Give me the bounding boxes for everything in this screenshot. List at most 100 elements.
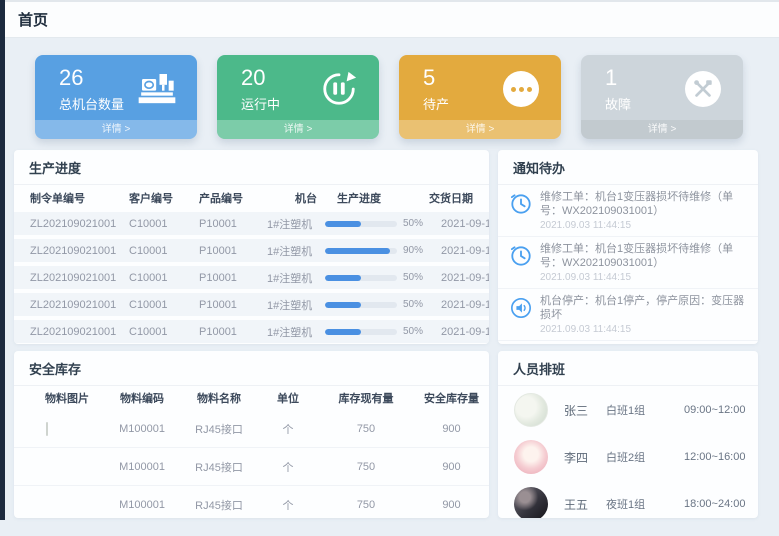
card-detail-link[interactable]: 详情 > bbox=[35, 120, 197, 139]
cell-machine: 1#注塑机 bbox=[267, 297, 325, 313]
person-shift-group: 白班2组 bbox=[606, 449, 684, 465]
clock-icon bbox=[510, 245, 532, 267]
progress-percent: 90% bbox=[403, 245, 423, 256]
person-shift-group: 夜班1组 bbox=[606, 496, 684, 512]
personnel-list: 张三 白班1组 09:00~12:00 李四 白班2组 12:00~16:00 bbox=[498, 387, 758, 518]
notification-item[interactable]: 计划暂停：机台1生产计划已暂停 2021.09.03 11:44:15 bbox=[498, 341, 758, 344]
table-row: M100001 RJ45接口 个 750 900 bbox=[14, 410, 489, 448]
cell-machine: 1#注塑机 bbox=[267, 243, 325, 259]
list-item: 李四 白班2组 12:00~16:00 bbox=[498, 434, 758, 480]
cell-machine: 1#注塑机 bbox=[267, 270, 325, 286]
production-table-body: ZL202109021001 C10001 P10001 1#注塑机 50% 2… bbox=[14, 212, 489, 343]
column-header: 机台 bbox=[267, 190, 325, 206]
notification-item[interactable]: 维修工单：机台1变压器损坏待维修（单号：WX202109031001） 2021… bbox=[498, 185, 758, 237]
safety-stock-panel: 安全库存 物料图片物料编码物料名称单位库存现有量安全库存量 M100001 RJ… bbox=[14, 351, 489, 518]
cell-safety-qty: 900 bbox=[414, 423, 489, 435]
cell-customer-no: C10001 bbox=[129, 218, 199, 230]
list-item: 王五 夜班1组 18:00~24:00 bbox=[498, 481, 758, 518]
machine-icon bbox=[137, 69, 177, 109]
card-text: 5 待产 bbox=[423, 65, 449, 113]
column-header: 物料编码 bbox=[104, 390, 180, 406]
stat-label: 故障 bbox=[605, 94, 631, 113]
stat-value: 26 bbox=[59, 65, 124, 91]
cell-progress: 50% bbox=[325, 299, 429, 310]
progress-fill bbox=[325, 275, 361, 281]
cell-customer-no: C10001 bbox=[129, 326, 199, 338]
stat-cards-row: 26 总机台数量 详情 > bbox=[35, 55, 779, 139]
production-progress-panel: 生产进度 制令单编号客户编号产品编号机台生产进度交货日期 ZL202109021… bbox=[14, 150, 489, 344]
stat-value: 5 bbox=[423, 65, 449, 91]
cell-safety-qty: 900 bbox=[414, 499, 489, 511]
stat-card-pending[interactable]: 5 待产 详情 > bbox=[399, 55, 561, 139]
card-detail-link[interactable]: 详情 > bbox=[581, 120, 743, 139]
cell-material-name: RJ45接口 bbox=[180, 497, 258, 513]
card-detail-link[interactable]: 详情 > bbox=[399, 120, 561, 139]
progress-percent: 50% bbox=[403, 299, 423, 310]
notification-timestamp: 2021.09.03 11:44:15 bbox=[540, 272, 750, 283]
sidebar-collapsed-strip bbox=[0, 0, 5, 520]
progress-percent: 50% bbox=[403, 218, 423, 229]
notification-item[interactable]: 机台停产：机台1停产，停产原因：变压器损坏 2021.09.03 11:44:1… bbox=[498, 289, 758, 341]
avatar bbox=[514, 440, 548, 474]
cell-material-image bbox=[30, 499, 104, 511]
table-row: M100001 RJ45接口 个 750 900 bbox=[14, 448, 489, 486]
cell-product-no: P10001 bbox=[199, 218, 267, 230]
table-row: ZL202109021001 C10001 P10001 1#注塑机 50% 2… bbox=[14, 320, 489, 343]
stat-card-total-machines[interactable]: 26 总机台数量 详情 > bbox=[35, 55, 197, 139]
cell-delivery-date: 2021-09-10 bbox=[429, 272, 489, 284]
cell-product-no: P10001 bbox=[199, 326, 267, 338]
cell-unit: 个 bbox=[258, 497, 318, 513]
cell-order-no: ZL202109021001 bbox=[30, 299, 129, 311]
ellipsis-icon bbox=[501, 69, 541, 109]
notification-content: 机台停产：机台1停产，停产原因：变压器损坏 2021.09.03 11:44:1… bbox=[540, 294, 750, 335]
panel-title-notifications: 通知待办 bbox=[498, 150, 758, 185]
card-body: 5 待产 bbox=[399, 55, 561, 113]
notifications-panel: 通知待办 bbox=[498, 150, 758, 344]
column-header: 交货日期 bbox=[429, 190, 489, 206]
cell-machine: 1#注塑机 bbox=[267, 324, 325, 340]
column-header: 客户编号 bbox=[129, 190, 199, 206]
cell-customer-no: C10001 bbox=[129, 299, 199, 311]
running-icon bbox=[319, 69, 359, 109]
table-row: ZL202109021001 C10001 P10001 1#注塑机 50% 2… bbox=[14, 266, 489, 289]
card-body: 1 故障 bbox=[581, 55, 743, 113]
notification-text: 维修工单：机台1变压器损坏待维修（单号：WX202109031001） bbox=[540, 242, 750, 270]
notification-item[interactable]: 维修工单：机台1变压器损坏待维修（单号：WX202109031001） 2021… bbox=[498, 237, 758, 289]
column-header: 产品编号 bbox=[199, 190, 267, 206]
progress-fill bbox=[325, 329, 361, 335]
cell-machine: 1#注塑机 bbox=[267, 216, 325, 232]
stat-card-running[interactable]: 20 运行中 详情 > bbox=[217, 55, 379, 139]
stat-card-fault[interactable]: 1 故障 详情 bbox=[581, 55, 743, 139]
personnel-schedule-panel: 人员排班 张三 白班1组 09:00~12:00 李四 白班2组 12:0 bbox=[498, 351, 758, 518]
column-header: 生产进度 bbox=[325, 190, 429, 206]
cell-order-no: ZL202109021001 bbox=[30, 218, 129, 230]
progress-percent: 50% bbox=[403, 326, 423, 337]
cell-product-no: P10001 bbox=[199, 299, 267, 311]
progress-track bbox=[325, 275, 397, 281]
cell-product-no: P10001 bbox=[199, 245, 267, 257]
person-shift-time: 18:00~24:00 bbox=[684, 498, 758, 510]
cell-customer-no: C10001 bbox=[129, 245, 199, 257]
production-table-header: 制令单编号客户编号产品编号机台生产进度交货日期 bbox=[14, 185, 489, 210]
cell-order-no: ZL202109021001 bbox=[30, 272, 129, 284]
stat-label: 运行中 bbox=[241, 94, 280, 113]
list-item: 张三 白班1组 09:00~12:00 bbox=[498, 387, 758, 433]
person-name: 李四 bbox=[548, 449, 606, 466]
cell-order-no: ZL202109021001 bbox=[30, 245, 129, 257]
cell-unit: 个 bbox=[258, 459, 318, 475]
card-text: 1 故障 bbox=[605, 65, 631, 113]
cell-progress: 50% bbox=[325, 218, 429, 229]
cell-stock-qty: 750 bbox=[318, 461, 414, 473]
cell-progress: 50% bbox=[325, 326, 429, 337]
person-shift-time: 09:00~12:00 bbox=[684, 404, 758, 416]
table-row: ZL202109021001 C10001 P10001 1#注塑机 50% 2… bbox=[14, 293, 489, 316]
column-header: 物料图片 bbox=[30, 390, 104, 406]
cell-customer-no: C10001 bbox=[129, 272, 199, 284]
card-detail-link[interactable]: 详情 > bbox=[217, 120, 379, 139]
person-shift-time: 12:00~16:00 bbox=[684, 451, 758, 463]
material-image bbox=[46, 422, 48, 436]
stat-value: 20 bbox=[241, 65, 280, 91]
panel-title-personnel: 人员排班 bbox=[498, 351, 758, 386]
notifications-list: 维修工单：机台1变压器损坏待维修（单号：WX202109031001） 2021… bbox=[498, 185, 758, 344]
stat-value: 1 bbox=[605, 65, 631, 91]
